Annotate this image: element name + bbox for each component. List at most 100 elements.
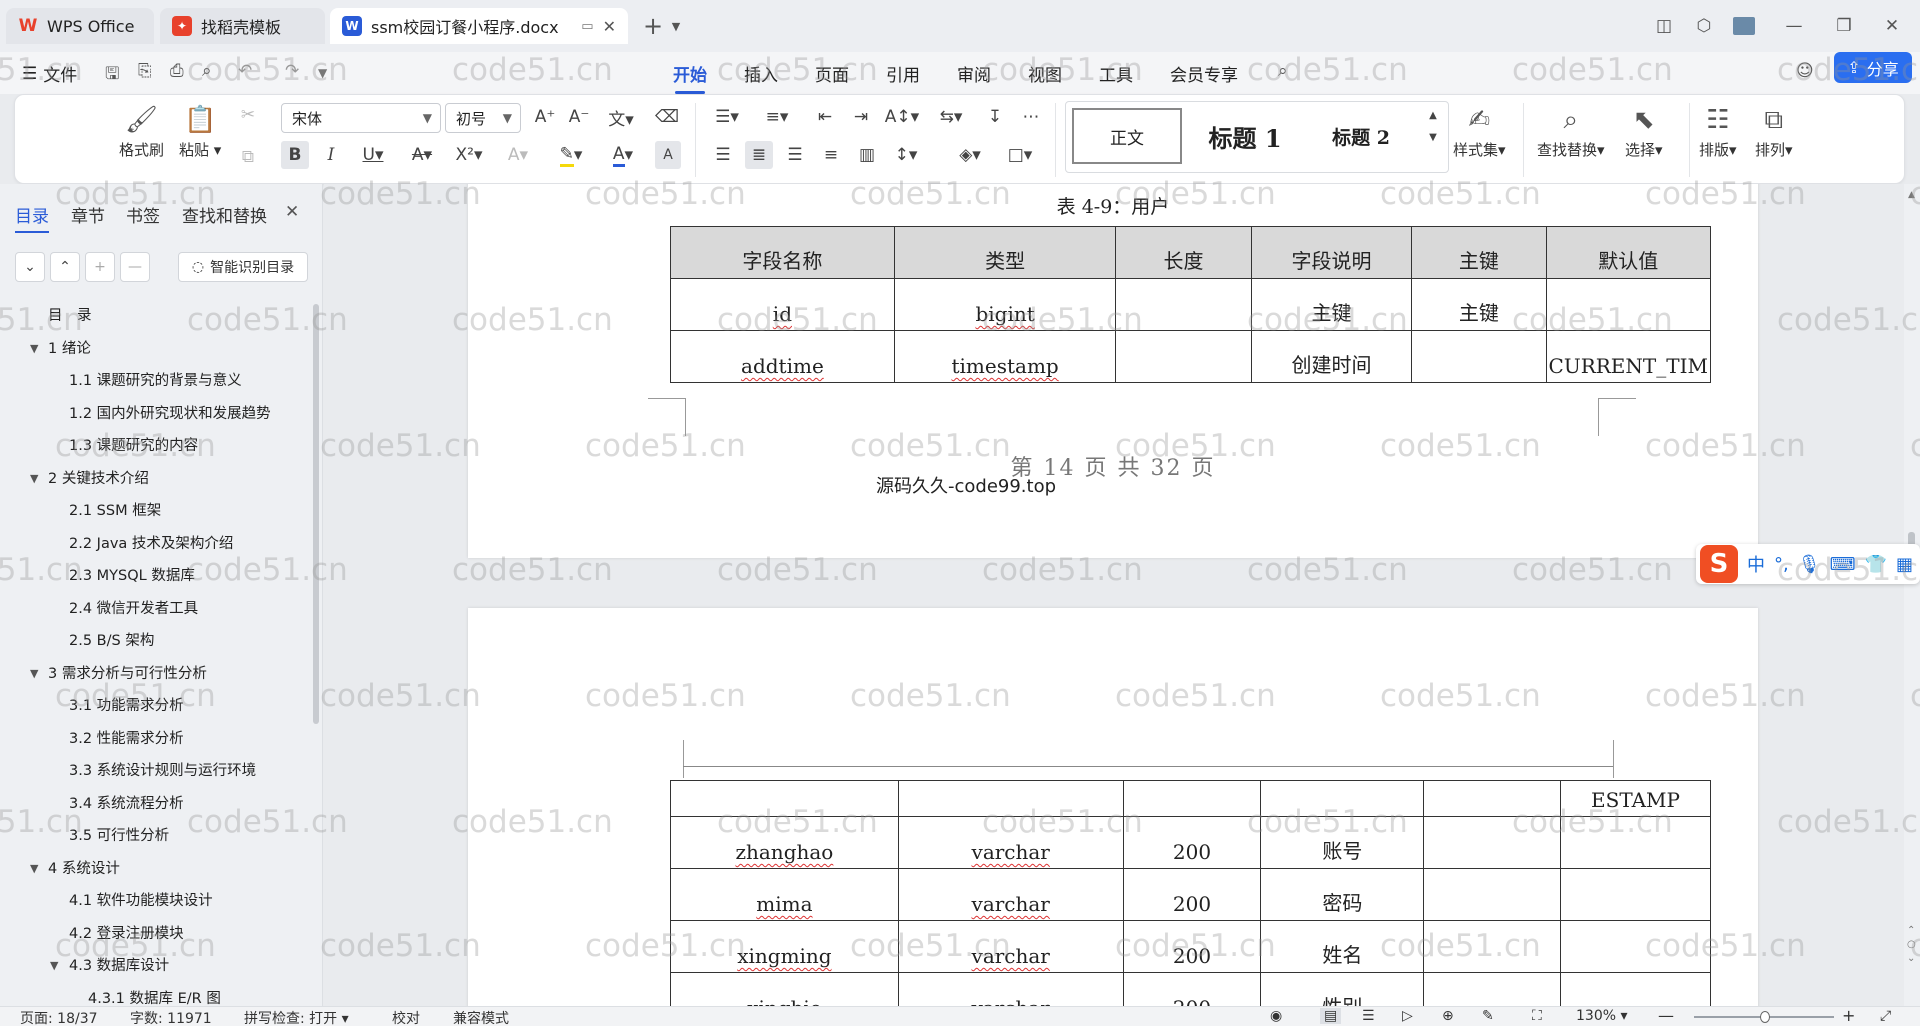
toc-item[interactable]: 目 录 bbox=[0, 300, 310, 332]
font-color-button[interactable]: A ▾ bbox=[605, 141, 641, 169]
justify-icon[interactable]: ≡ bbox=[817, 141, 845, 169]
spell-check[interactable]: 拼写检查: 打开 ▾ bbox=[244, 1008, 349, 1026]
align-center-icon[interactable]: ≣ bbox=[745, 141, 773, 169]
smart-toc-button[interactable]: ◌ 智能识别目录 bbox=[178, 252, 308, 282]
line-spacing-icon[interactable]: ↕▾ bbox=[887, 141, 925, 169]
toc-item[interactable]: 2.2 Java 技术及架构介绍 bbox=[0, 528, 310, 560]
table-cell[interactable] bbox=[897, 780, 1124, 817]
table-cell[interactable] bbox=[1545, 278, 1712, 331]
table-cell[interactable] bbox=[1423, 920, 1562, 973]
print-preview-icon[interactable]: ⌕ bbox=[202, 61, 212, 81]
tab-list-dropdown-icon[interactable]: ▼ bbox=[668, 12, 684, 40]
table-cell[interactable] bbox=[1423, 816, 1562, 869]
avatar[interactable] bbox=[1730, 12, 1758, 40]
page-view-icon[interactable]: ▤ bbox=[1320, 1008, 1342, 1024]
punctuation-icon[interactable]: °, bbox=[1774, 554, 1789, 575]
write-mode-icon[interactable]: ✎ bbox=[1482, 1008, 1494, 1024]
web-view-icon[interactable]: ⊕ bbox=[1442, 1008, 1454, 1024]
search-icon[interactable]: ⌕ bbox=[1278, 61, 1288, 81]
toc-item[interactable]: 4.2 登录注册模块 bbox=[0, 918, 310, 950]
expand-caret-icon[interactable]: ▼ bbox=[30, 658, 38, 690]
table-cell[interactable]: 200 bbox=[1122, 920, 1262, 973]
show-marks-icon[interactable]: ⋯ bbox=[1017, 103, 1045, 131]
copy-icon[interactable]: ⧉ bbox=[233, 143, 263, 171]
vertical-scrollbar[interactable]: ▲ ⌃ ○ ⌄ bbox=[1904, 184, 1920, 1006]
table-cell[interactable]: 长度 bbox=[1115, 226, 1252, 279]
phonetic-icon[interactable]: 文▾ bbox=[601, 103, 641, 131]
print-icon[interactable]: ⎙ bbox=[170, 61, 184, 81]
toc-item[interactable]: 4.1 软件功能模块设计 bbox=[0, 885, 310, 917]
toc-item[interactable]: 3.5 可行性分析 bbox=[0, 820, 310, 852]
menu-insert[interactable]: 插入 bbox=[744, 61, 778, 86]
proofread[interactable]: 校对 bbox=[392, 1008, 420, 1026]
table-cell[interactable] bbox=[1423, 972, 1562, 1006]
text-effect-icon[interactable]: A▾ bbox=[503, 141, 533, 169]
toc-item[interactable]: 1.1 课题研究的背景与意义 bbox=[0, 365, 310, 397]
expand-up-icon[interactable]: ⌃ bbox=[50, 252, 80, 282]
collapse-all-icon[interactable]: ⌄ bbox=[15, 252, 45, 282]
table-cell[interactable]: 性别 bbox=[1260, 972, 1425, 1006]
sort-icon[interactable]: ↧ bbox=[981, 103, 1009, 131]
text-direction-icon[interactable]: A↕▾ bbox=[883, 103, 921, 131]
convert-icon[interactable]: ⇆▾ bbox=[933, 103, 969, 131]
table-cell[interactable]: 主键 bbox=[1411, 226, 1547, 279]
table-cell[interactable]: xingming bbox=[670, 920, 899, 973]
sidebar-scrollbar[interactable] bbox=[313, 304, 319, 724]
page-indicator[interactable]: 页面: 18/37 bbox=[20, 1008, 98, 1026]
distribute-icon[interactable]: ▥ bbox=[853, 141, 881, 169]
char-shading-button[interactable]: A bbox=[655, 141, 681, 169]
arrange-button[interactable]: ⧉ 排列▾ bbox=[1755, 101, 1793, 160]
toc-item[interactable]: ▼ 4 系统设计 bbox=[0, 853, 310, 885]
shrink-font-icon[interactable]: A⁻ bbox=[565, 103, 593, 131]
toc-item[interactable]: 3.4 系统流程分析 bbox=[0, 788, 310, 820]
style-heading2[interactable]: 标题 2 bbox=[1306, 108, 1416, 164]
zoom-slider-handle[interactable] bbox=[1760, 1011, 1770, 1023]
table-cell[interactable] bbox=[1260, 780, 1425, 817]
table-cell[interactable]: 默认值 bbox=[1545, 226, 1712, 279]
underline-button[interactable]: U▾ bbox=[355, 141, 391, 169]
highlight-button[interactable]: ✎ ▾ bbox=[553, 141, 589, 169]
table-cell[interactable]: 主键 bbox=[1411, 278, 1547, 331]
tab-chapters[interactable]: 章节 bbox=[71, 202, 105, 227]
zoom-in-icon[interactable]: + bbox=[1842, 1006, 1855, 1025]
zoom-level[interactable]: 130% ▾ bbox=[1576, 1008, 1628, 1024]
table-cell[interactable]: varchar bbox=[897, 972, 1124, 1006]
redo-icon[interactable]: ↷ bbox=[285, 61, 299, 81]
decrease-indent-icon[interactable]: ⇤ bbox=[811, 103, 839, 131]
table-cell[interactable] bbox=[1423, 780, 1562, 817]
table-cell[interactable]: 密码 bbox=[1260, 868, 1425, 921]
font-size-select[interactable]: 初号 ▼ bbox=[445, 103, 521, 133]
menu-page[interactable]: 页面 bbox=[815, 61, 849, 86]
menu-member[interactable]: 会员专享 bbox=[1170, 61, 1238, 86]
paste-button[interactable]: 📋 粘贴 ▾ bbox=[179, 101, 221, 160]
restore-tab-icon[interactable]: ▭ bbox=[581, 19, 593, 34]
quick-access-dropdown-icon[interactable]: ▼ bbox=[318, 66, 327, 80]
ime-mode[interactable]: 中 bbox=[1747, 551, 1765, 577]
cube-icon[interactable]: ⬡ bbox=[1690, 12, 1718, 40]
zoom-out-icon[interactable]: — bbox=[1658, 1006, 1674, 1025]
menu-tools[interactable]: 工具 bbox=[1099, 61, 1133, 86]
toc-item[interactable]: 3.1 功能需求分析 bbox=[0, 690, 310, 722]
toc-item[interactable]: 1.3 课题研究的内容 bbox=[0, 430, 310, 462]
align-right-icon[interactable]: ☰ bbox=[781, 141, 809, 169]
table-cell[interactable] bbox=[670, 780, 899, 817]
table-cell[interactable] bbox=[1560, 816, 1711, 869]
table-cell[interactable]: addtime bbox=[670, 330, 895, 383]
toc-item[interactable]: ▼ 1 绪论 bbox=[0, 333, 310, 365]
table-cell[interactable]: bigint bbox=[893, 278, 1117, 331]
table-cell[interactable]: id bbox=[670, 278, 895, 331]
table-cell[interactable]: CURRENT_TIM bbox=[1545, 330, 1712, 383]
new-tab-button[interactable]: + bbox=[640, 12, 666, 40]
eraser-icon[interactable]: ⌫ bbox=[653, 103, 681, 131]
tab-docer[interactable]: ✦ 找稻壳模板 bbox=[160, 8, 325, 44]
page-nav-icon[interactable]: ⌃ ○ ⌄ bbox=[1907, 924, 1916, 966]
word-count[interactable]: 字数: 11971 bbox=[130, 1008, 212, 1026]
table-cell[interactable] bbox=[1423, 868, 1562, 921]
read-mode-icon[interactable]: ▷ bbox=[1402, 1008, 1413, 1024]
scroll-up-icon[interactable]: ▲ bbox=[1908, 190, 1915, 200]
format-painter-button[interactable]: 🖌 格式刷 bbox=[119, 101, 164, 160]
increase-indent-icon[interactable]: ⇥ bbox=[847, 103, 875, 131]
table-cell[interactable]: 账号 bbox=[1260, 816, 1425, 869]
table-cell[interactable] bbox=[1115, 330, 1252, 383]
expand-caret-icon[interactable]: ▼ bbox=[50, 950, 58, 982]
